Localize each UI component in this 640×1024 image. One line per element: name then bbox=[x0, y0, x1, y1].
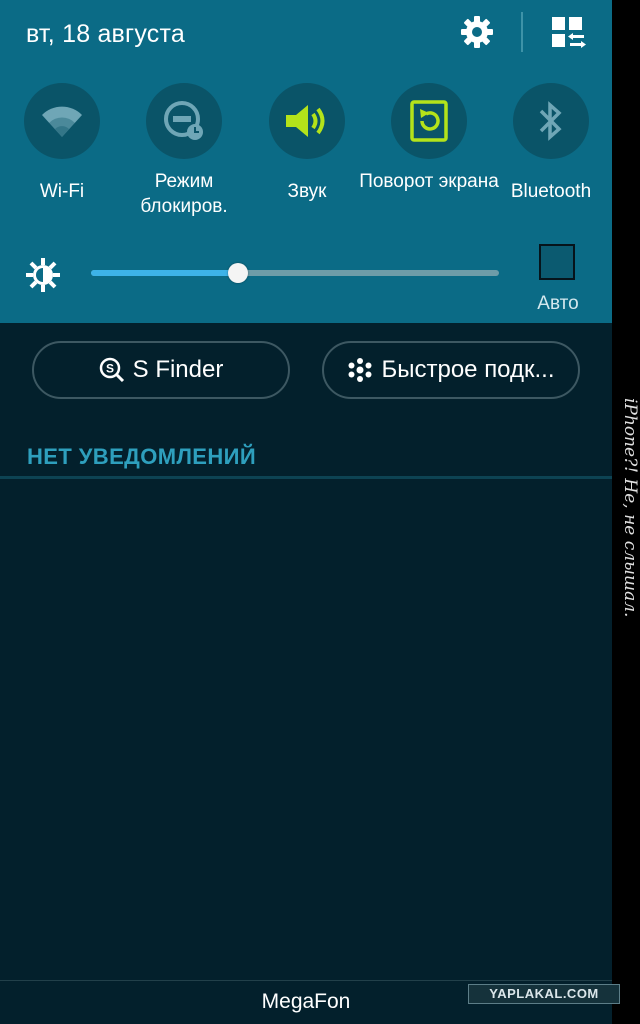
notification-panel: вт, 18 августа Wi-Fi Режим блокиров. Зву… bbox=[0, 0, 612, 1024]
toggle-wifi[interactable]: Wi-Fi bbox=[0, 83, 124, 223]
quick-connect-label: Быстрое подк... bbox=[381, 356, 555, 383]
rotate-screen-icon bbox=[391, 83, 467, 159]
quick-settings-area: вт, 18 августа Wi-Fi Режим блокиров. Зву… bbox=[0, 0, 612, 323]
no-notifications-header: НЕТ УВЕДОМЛЕНИЙ bbox=[27, 444, 257, 469]
auto-brightness-label: Авто bbox=[537, 293, 579, 314]
grid-edit-icon[interactable] bbox=[550, 15, 586, 51]
s-finder-label: S Finder bbox=[132, 356, 224, 383]
bluetooth-icon bbox=[513, 83, 589, 159]
blocking-mode-icon bbox=[146, 83, 222, 159]
quick-connect-button[interactable]: Быстрое подк... bbox=[322, 341, 580, 399]
toggle-blocking-mode[interactable]: Режим блокиров. bbox=[122, 83, 246, 223]
toggle-label: Bluetooth bbox=[510, 181, 592, 202]
auto-brightness-checkbox[interactable] bbox=[539, 244, 575, 280]
section-divider bbox=[0, 476, 612, 479]
svg-text:S: S bbox=[106, 362, 114, 376]
side-caption: iPhone?! Не, не слышал. bbox=[620, 398, 640, 618]
toggle-bluetooth[interactable]: Bluetooth bbox=[489, 83, 613, 223]
sound-icon bbox=[269, 83, 345, 159]
footer-divider bbox=[0, 980, 612, 981]
watermark: YAPLAKAL.COM bbox=[468, 984, 620, 1004]
date-label: вт, 18 августа bbox=[26, 20, 185, 48]
wifi-icon bbox=[24, 83, 100, 159]
gear-icon[interactable] bbox=[458, 13, 496, 51]
brightness-slider[interactable] bbox=[91, 263, 499, 283]
brightness-icon bbox=[24, 256, 62, 294]
brightness-slider-thumb[interactable] bbox=[227, 263, 248, 283]
quick-connect-icon bbox=[347, 357, 373, 383]
s-finder-icon: S bbox=[99, 357, 125, 383]
toggle-sound[interactable]: Звук bbox=[245, 83, 369, 223]
s-finder-button[interactable]: S S Finder bbox=[32, 341, 290, 399]
brightness-slider-fill bbox=[91, 270, 238, 276]
header-divider bbox=[521, 12, 523, 52]
toggle-rotate-screen[interactable]: Поворот экрана bbox=[359, 83, 499, 223]
